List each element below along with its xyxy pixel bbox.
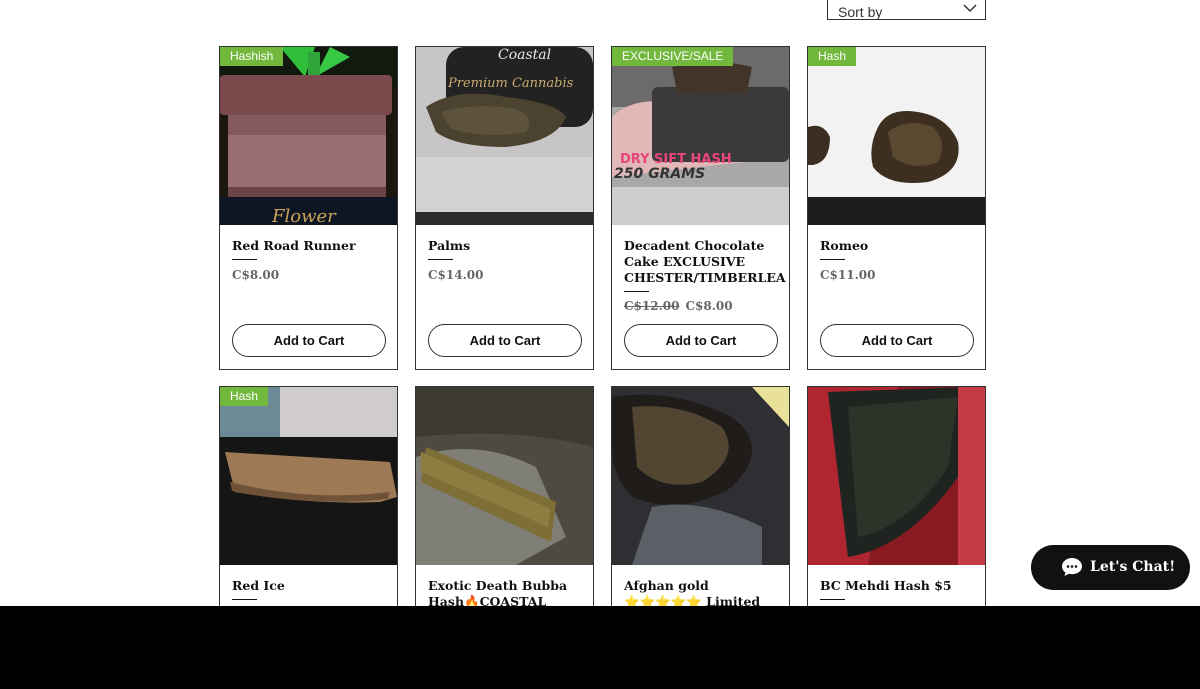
product-name[interactable]: BC Mehdi Hash $5 <box>820 578 975 594</box>
product-image[interactable] <box>416 387 593 565</box>
product-price: C$11.00 <box>820 268 876 282</box>
premium-cannabis-text: Premium Cannabis <box>447 76 574 91</box>
divider <box>820 259 845 260</box>
add-to-cart-button[interactable]: Add to Cart <box>820 324 974 357</box>
product-card[interactable]: Flower Hashish Red Road Runner C$8.00 Ad… <box>219 46 398 370</box>
chat-bubble-icon <box>1062 558 1082 576</box>
lets-chat-button[interactable]: Let's Chat! <box>1031 545 1190 590</box>
product-name[interactable]: Red Road Runner <box>232 238 387 254</box>
product-price: C$8.00 <box>232 268 280 282</box>
product-card[interactable]: Coastal Premium Cannabis Palms C$14.00 A… <box>415 46 594 370</box>
product-image[interactable]: Coastal Premium Cannabis <box>416 47 593 225</box>
add-to-cart-button[interactable]: Add to Cart <box>232 324 386 357</box>
product-image[interactable] <box>808 387 985 565</box>
product-card[interactable]: Afghan gold ⭐⭐⭐⭐⭐ Limited amount very <box>611 386 790 626</box>
product-image[interactable]: DRY SIFT HASH 250 GRAMS <box>612 47 789 225</box>
divider <box>232 599 257 600</box>
divider <box>232 259 257 260</box>
sort-by-label: Sort by <box>838 4 883 20</box>
bottom-black-bar <box>0 606 1200 689</box>
product-ribbon: Hashish <box>220 47 284 66</box>
old-price: C$12.00 <box>624 299 680 313</box>
sale-price: C$8.00 <box>685 299 733 313</box>
product-card[interactable]: Hash Red Ice <box>219 386 398 626</box>
chat-label: Let's Chat! <box>1090 559 1176 575</box>
product-name[interactable]: Palms <box>428 238 583 254</box>
add-to-cart-button[interactable]: Add to Cart <box>428 324 582 357</box>
flower-text: Flower <box>271 206 337 225</box>
add-to-cart-button[interactable]: Add to Cart <box>624 324 778 357</box>
product-image[interactable] <box>220 387 397 565</box>
product-price: C$12.00 C$8.00 <box>624 299 733 313</box>
product-card[interactable]: DRY SIFT HASH 250 GRAMS EXCLUSIVE/SALE D… <box>611 46 790 370</box>
product-card[interactable]: Exotic Death Bubba Hash🔥COASTAL <box>415 386 594 626</box>
divider <box>820 599 845 600</box>
svg-text:DRY SIFT HASH: DRY SIFT HASH <box>620 152 732 167</box>
product-image[interactable] <box>808 47 985 225</box>
divider <box>624 291 649 292</box>
250-grams-text: 250 GRAMS <box>614 166 705 182</box>
product-image[interactable] <box>612 387 789 565</box>
product-price: C$14.00 <box>428 268 484 282</box>
svg-text:Coastal: Coastal <box>498 47 551 63</box>
product-name[interactable]: Red Ice <box>232 578 387 594</box>
product-ribbon: Hash <box>808 47 857 66</box>
chevron-down-icon <box>963 4 977 13</box>
product-name[interactable]: Romeo <box>820 238 975 254</box>
product-name[interactable]: Decadent Chocolate Cake EXCLUSIVE CHESTE… <box>624 238 786 286</box>
product-image[interactable]: Flower <box>220 47 397 225</box>
product-ribbon: EXCLUSIVE/SALE <box>612 47 734 66</box>
product-card[interactable]: BC Mehdi Hash $5 <box>807 386 986 626</box>
product-ribbon: Hash <box>220 387 269 406</box>
product-card[interactable]: Hash Romeo C$11.00 Add to Cart <box>807 46 986 370</box>
divider <box>428 259 453 260</box>
sort-by-dropdown[interactable]: Sort by <box>827 0 986 20</box>
